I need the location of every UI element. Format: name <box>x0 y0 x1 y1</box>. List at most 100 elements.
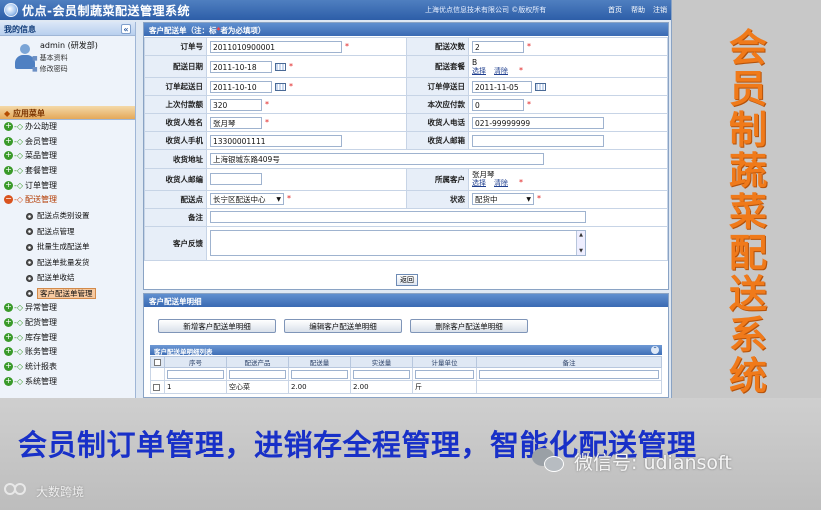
customer-value: 张月琴 <box>472 170 495 180</box>
chevron-down-icon: ▼ <box>276 196 281 204</box>
column-header[interactable]: 序号 <box>164 356 227 368</box>
bullet-icon <box>26 212 33 220</box>
table-row[interactable]: 1 空心菜 2.00 2.00 斤 <box>150 380 662 394</box>
calendar-icon[interactable] <box>535 82 546 91</box>
filter-input[interactable] <box>229 369 286 379</box>
receiver-email-input[interactable] <box>472 134 604 147</box>
order-no-label: 订单号 <box>144 36 207 57</box>
last-paid-input[interactable]: 320 <box>210 98 262 111</box>
expand-icon: + <box>4 135 13 146</box>
row-checkbox[interactable] <box>153 383 160 391</box>
edit-detail-button[interactable]: 编辑客户配送单明细 <box>284 319 402 333</box>
menu-item-office[interactable]: + -◇ 办公助理 <box>0 120 135 135</box>
menu-item-system[interactable]: + -◇ 系统管理 <box>0 375 135 390</box>
delivery-point-label: 配送点 <box>144 189 207 209</box>
scroll-up-icon[interactable]: ▲ <box>578 232 584 238</box>
cell-product: 空心菜 <box>226 380 289 394</box>
postcode-label: 收货人邮编 <box>144 167 207 191</box>
change-password-link[interactable]: 修改密码 <box>32 64 68 74</box>
delete-detail-button[interactable]: 删除客户配送单明细 <box>410 319 528 333</box>
postcode-input[interactable] <box>210 173 262 186</box>
menu-item-dishes[interactable]: + -◇ 菜品管理 <box>0 149 135 164</box>
sidebar: 我的信息 « admin (研发部) 基本资料 修改密码 应用菜单 +-◇办公助… <box>0 22 136 398</box>
filter-input[interactable] <box>479 369 659 379</box>
filter-input[interactable] <box>353 369 410 379</box>
collapse-grid-icon[interactable]: ⌃ <box>651 346 659 354</box>
bullet-icon <box>26 274 33 282</box>
filter-input[interactable] <box>291 369 348 379</box>
menu-item-reports[interactable]: + -◇ 统计报表 <box>0 360 135 375</box>
filter-input[interactable] <box>167 369 224 379</box>
feedback-textarea[interactable]: ▲ ▼ <box>210 230 586 257</box>
menu-item-delivery[interactable]: − -◇ 配送管理 <box>0 193 135 208</box>
package-clear-link[interactable]: 清除 <box>494 67 508 75</box>
order-end-input[interactable]: 2011-11-05 <box>472 80 532 93</box>
my-info-header: 我的信息 « <box>0 22 135 36</box>
submenu-batch-generate[interactable]: 批量生成配送单 <box>0 239 135 255</box>
column-header[interactable]: 配送产品 <box>226 356 289 368</box>
submenu-delivery-points[interactable]: 配送点管理 <box>0 224 135 240</box>
menu-item-members[interactable]: + -◇ 会员管理 <box>0 135 135 150</box>
select-all-header <box>150 356 165 368</box>
promo-title-char: 统 <box>728 354 767 398</box>
menu-item-orders[interactable]: + -◇ 订单管理 <box>0 179 135 194</box>
help-link[interactable]: 帮助 <box>631 5 645 15</box>
logout-link[interactable]: 注销 <box>653 5 667 15</box>
submenu-delivery-point-category[interactable]: 配送点类别设置 <box>0 208 135 224</box>
promo-vertical-title: 会 员 制 蔬 菜 配 送 系 统 <box>728 26 767 398</box>
receiver-phone-input[interactable]: 021-99999999 <box>472 116 604 129</box>
watermark-text: 大数跨境 <box>36 485 85 499</box>
collapse-icon[interactable]: « <box>121 24 131 34</box>
column-header[interactable]: 备注 <box>476 356 662 368</box>
submenu-customer-delivery[interactable]: 客户配送单管理 <box>0 286 135 302</box>
customer-clear-link[interactable]: 清除 <box>494 179 508 187</box>
receiver-phone-label: 收货人电话 <box>406 113 469 133</box>
user-name: admin (研发部) <box>40 41 98 50</box>
delivery-details-panel: 客户配送单明细 新增客户配送单明细 编辑客户配送单明细 删除客户配送单明细 客户… <box>143 293 669 398</box>
column-header[interactable]: 配送量 <box>288 356 351 368</box>
menu-item-packages[interactable]: + -◇ 套餐管理 <box>0 164 135 179</box>
main-content: 客户配送单（注：标*者为必填项） 订单号 2011010900001 * 配送次数… <box>143 22 669 398</box>
select-all-checkbox[interactable] <box>154 358 161 366</box>
expand-icon: + <box>4 331 13 342</box>
order-no-input[interactable]: 2011010900001 <box>210 40 342 53</box>
delivery-date-input[interactable]: 2011-10-18 <box>210 60 272 73</box>
menu-item-accounts[interactable]: + -◇ 账务管理 <box>0 345 135 360</box>
status-label: 状态 <box>406 189 469 209</box>
submenu-batch-ship[interactable]: 配送单批量发货 <box>0 255 135 271</box>
expand-icon: + <box>4 360 13 371</box>
column-header[interactable]: 实送量 <box>350 356 413 368</box>
app-menu-header[interactable]: 应用菜单 <box>0 106 135 120</box>
details-grid-header: 客户配送单明细列表 ⌃ <box>150 345 662 356</box>
calendar-icon[interactable] <box>275 82 286 91</box>
this-due-input[interactable]: 0 <box>472 98 524 111</box>
home-link[interactable]: 首页 <box>608 5 622 15</box>
back-button[interactable]: 返回 <box>396 274 418 286</box>
feedback-scrollbar[interactable]: ▲ ▼ <box>576 231 585 256</box>
calendar-icon[interactable] <box>275 62 286 71</box>
menu-item-picking[interactable]: + -◇ 配货管理 <box>0 316 135 331</box>
details-grid: 序号 配送产品 配送量 实送量 计量单位 备注 1 空心菜 2.00 2.00 … <box>150 356 662 394</box>
chevron-down-icon: ▼ <box>526 196 531 204</box>
address-input[interactable]: 上海银城东路409号 <box>210 153 544 166</box>
remark-input[interactable] <box>210 211 586 224</box>
customer-select-link[interactable]: 选择 <box>472 179 486 187</box>
filter-input[interactable] <box>415 369 474 379</box>
menu-item-inventory[interactable]: + -◇ 库存管理 <box>0 331 135 346</box>
submenu-settlement[interactable]: 配送单收结 <box>0 270 135 286</box>
order-start-input[interactable]: 2011-10-10 <box>210 80 272 93</box>
order-start-label: 订单起送日 <box>144 77 207 97</box>
delivery-point-select[interactable]: 长宁区配送中心 ▼ <box>210 193 284 206</box>
delivery-package-label: 配送套餐 <box>406 55 469 79</box>
receiver-name-input[interactable]: 张月琴 <box>210 116 262 129</box>
menu-item-exceptions[interactable]: + -◇ 异常管理 <box>0 301 135 316</box>
receiver-mobile-input[interactable]: 13300001111 <box>210 134 342 147</box>
customer-delivery-form: 客户配送单（注：标*者为必填项） 订单号 2011010900001 * 配送次数… <box>143 22 669 290</box>
package-select-link[interactable]: 选择 <box>472 67 486 75</box>
column-header[interactable]: 计量单位 <box>412 356 477 368</box>
scroll-down-icon[interactable]: ▼ <box>578 248 584 254</box>
delivery-count-input[interactable]: 2 <box>472 40 524 53</box>
status-select[interactable]: 配货中 ▼ <box>472 193 534 206</box>
profile-link[interactable]: 基本资料 <box>32 53 68 63</box>
add-detail-button[interactable]: 新增客户配送单明细 <box>158 319 276 333</box>
